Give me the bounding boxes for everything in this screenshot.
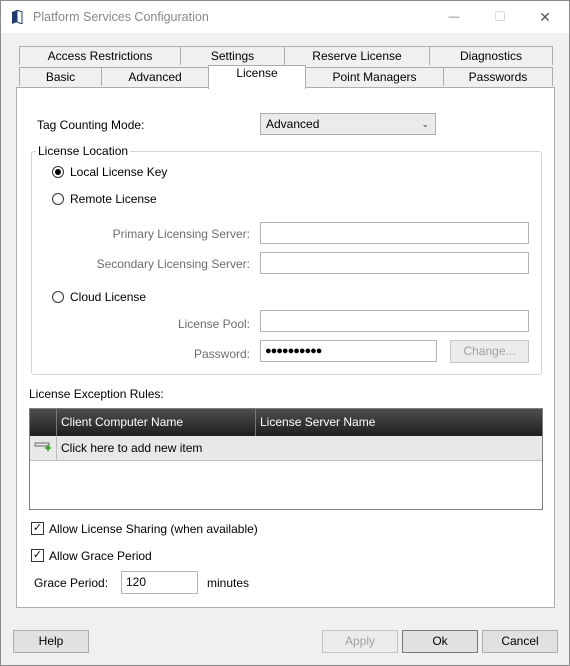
allow-sharing-label: Allow License Sharing (when available) <box>49 522 258 536</box>
column-header-label: Client Computer Name <box>61 415 184 429</box>
help-button-label: Help <box>38 634 64 648</box>
tab-strip: Access Restrictions Settings Reserve Lic… <box>17 46 555 89</box>
column-header-server[interactable]: License Server Name <box>256 409 542 436</box>
tag-counting-mode-select[interactable]: Advanced ⌄ <box>260 113 436 135</box>
secondary-server-label: Secondary Licensing Server: <box>96 257 250 271</box>
column-header-label: License Server Name <box>260 415 376 429</box>
tab-access-restrictions[interactable]: Access Restrictions <box>19 46 181 65</box>
password-value: ●●●●●●●●●● <box>265 345 322 357</box>
remote-license-radio[interactable] <box>52 193 64 205</box>
password-label: Password: <box>193 347 250 361</box>
ok-button-label: Ok <box>432 634 448 648</box>
license-location-legend: License Location <box>36 144 131 158</box>
tab-label: Basic <box>45 70 76 84</box>
secondary-server-input[interactable] <box>260 252 529 274</box>
grace-period-value: 120 <box>126 575 147 589</box>
tab-license[interactable]: License <box>208 65 306 89</box>
remote-license-label: Remote License <box>70 192 157 206</box>
tab-label: Advanced <box>128 70 182 84</box>
tab-basic[interactable]: Basic <box>19 67 102 86</box>
help-button[interactable]: Help <box>13 630 89 653</box>
minimize-icon: — <box>448 11 460 23</box>
exception-rules-grid[interactable]: Client Computer Name License Server Name… <box>29 408 543 510</box>
grace-period-label: Grace Period: <box>34 576 109 590</box>
cancel-button[interactable]: Cancel <box>482 630 558 653</box>
tag-counting-mode-label: Tag Counting Mode: <box>37 118 145 132</box>
new-row-indicator <box>30 436 57 460</box>
exception-rules-label: License Exception Rules: <box>29 387 164 401</box>
allow-sharing-checkbox[interactable]: ✓ <box>31 522 44 535</box>
cloud-license-label: Cloud License <box>70 290 147 304</box>
primary-server-input[interactable] <box>260 222 529 244</box>
grace-period-input[interactable]: 120 <box>121 571 198 594</box>
maximize-button[interactable]: ☐ <box>477 1 523 33</box>
primary-server-label: Primary Licensing Server: <box>112 227 250 241</box>
tab-label: Access Restrictions <box>47 49 153 63</box>
title-bar[interactable]: Platform Services Configuration — ☐ ✕ <box>1 1 569 33</box>
password-input[interactable]: ●●●●●●●●●● <box>260 340 437 362</box>
tab-reserve-license[interactable]: Reserve License <box>284 46 430 65</box>
tab-label: Diagnostics <box>459 49 523 63</box>
change-password-button[interactable]: Change... <box>450 340 529 363</box>
allow-grace-label: Allow Grace Period <box>49 549 152 563</box>
grace-period-unit: minutes <box>207 576 250 590</box>
local-license-label: Local License Key <box>70 165 168 179</box>
dialog-window: Platform Services Configuration — ☐ ✕ Ac… <box>0 0 570 666</box>
maximize-icon: ☐ <box>494 9 506 24</box>
apply-button[interactable]: Apply <box>322 630 398 653</box>
ok-button[interactable]: Ok <box>402 630 478 653</box>
tab-label: Settings <box>210 49 255 63</box>
column-header-client[interactable]: Client Computer Name <box>57 409 256 436</box>
close-icon: ✕ <box>539 8 551 25</box>
license-pool-label: License Pool: <box>177 317 250 331</box>
row-indicator-header <box>30 409 57 436</box>
new-item-text: Click here to add new item <box>61 441 203 455</box>
tab-label: Reserve License <box>312 49 402 63</box>
new-item-row[interactable]: Click here to add new item <box>30 436 542 461</box>
license-pool-input[interactable] <box>260 310 529 332</box>
tab-label: License <box>236 66 278 80</box>
tab-diagnostics[interactable]: Diagnostics <box>429 46 553 65</box>
window-title: Platform Services Configuration <box>33 10 209 24</box>
tab-settings[interactable]: Settings <box>180 46 285 65</box>
book-icon <box>12 10 23 24</box>
local-license-radio[interactable] <box>52 166 64 178</box>
tab-label: Point Managers <box>332 70 417 84</box>
tab-advanced[interactable]: Advanced <box>101 67 209 86</box>
add-row-icon <box>34 442 51 451</box>
license-panel: Tag Counting Mode: Advanced ⌄ License Lo… <box>16 87 555 608</box>
chevron-down-icon: ⌄ <box>421 119 429 129</box>
grid-header: Client Computer Name License Server Name <box>30 409 542 436</box>
cancel-button-label: Cancel <box>501 634 539 648</box>
cloud-license-radio[interactable] <box>52 291 64 303</box>
tab-label: Passwords <box>468 70 528 84</box>
apply-button-label: Apply <box>344 634 376 648</box>
allow-grace-checkbox[interactable]: ✓ <box>31 549 44 562</box>
change-button-label: Change... <box>463 344 516 358</box>
tab-passwords[interactable]: Passwords <box>443 67 553 86</box>
minimize-button[interactable]: — <box>431 1 477 33</box>
tab-point-managers[interactable]: Point Managers <box>305 67 444 86</box>
close-button[interactable]: ✕ <box>522 1 568 33</box>
tag-counting-mode-value: Advanced <box>266 117 320 131</box>
